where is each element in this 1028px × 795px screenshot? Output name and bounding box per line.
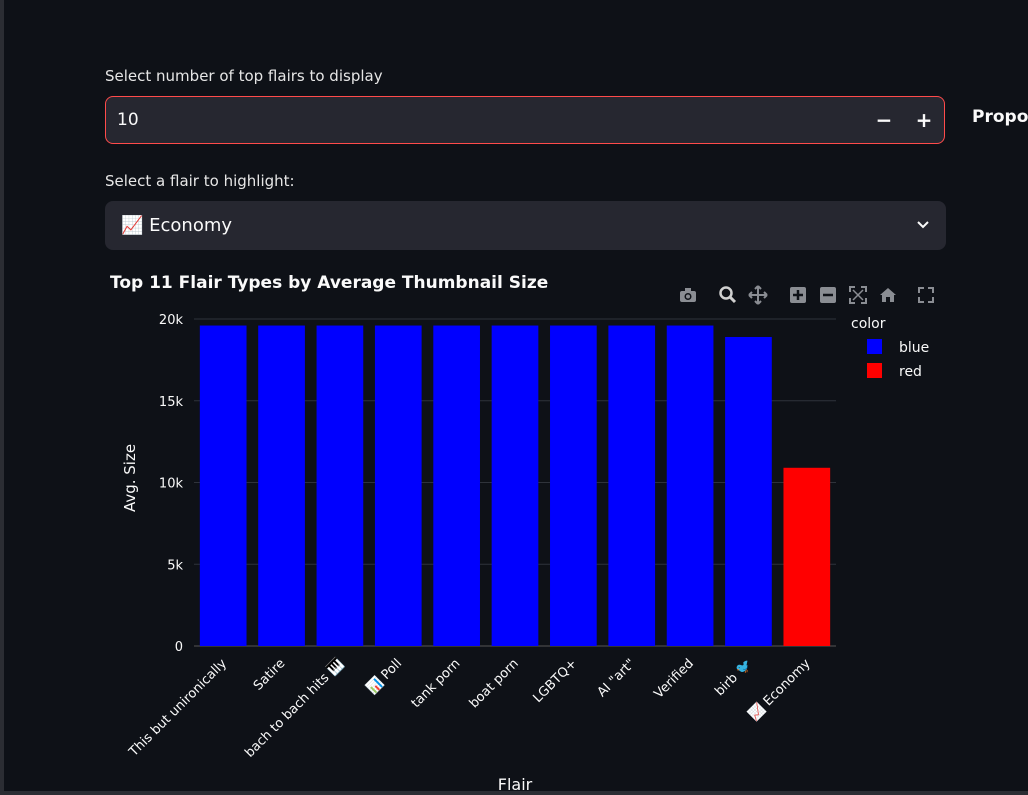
x-tick-label: tank porn xyxy=(409,656,464,711)
bar[interactable] xyxy=(608,325,656,646)
fullscreen-icon[interactable] xyxy=(916,285,936,305)
bar[interactable] xyxy=(316,325,364,646)
bar[interactable] xyxy=(725,336,772,646)
bar[interactable] xyxy=(433,325,480,646)
reset-axes-icon[interactable] xyxy=(878,285,898,305)
zoom-out-icon[interactable] xyxy=(818,285,838,305)
proportion-heading: Propor xyxy=(972,107,1028,127)
top-n-value[interactable]: 10 xyxy=(117,110,139,130)
bar[interactable] xyxy=(783,467,831,646)
x-tick-label: boat porn xyxy=(467,656,522,711)
bar[interactable] xyxy=(374,325,422,646)
x-tick-label: 📈 Economy xyxy=(746,655,814,723)
legend-swatch[interactable] xyxy=(867,339,882,354)
highlight-label: Select a flair to highlight: xyxy=(105,172,295,190)
window-frame-bottom xyxy=(0,791,1028,795)
top-n-number-input[interactable]: 10 − + xyxy=(105,96,945,144)
camera-icon[interactable] xyxy=(678,285,698,305)
top-n-label: Select number of top flairs to display xyxy=(105,67,383,85)
autoscale-icon[interactable] xyxy=(848,285,868,305)
x-tick-label: AI "art" xyxy=(595,656,639,700)
decrement-button[interactable]: − xyxy=(869,105,899,135)
x-tick-label: LGBTQ+ xyxy=(530,656,580,706)
increment-button[interactable]: + xyxy=(909,105,939,135)
x-tick-label: 📊 Poll xyxy=(363,656,405,698)
y-tick-label: 10k xyxy=(159,477,184,492)
y-tick-label: 0 xyxy=(175,640,183,655)
y-axis-label: Avg. Size xyxy=(121,444,139,512)
legend-entry-label[interactable]: blue xyxy=(899,340,929,356)
legend-entry-label[interactable]: red xyxy=(899,364,922,380)
chart-title: Top 11 Flair Types by Average Thumbnail … xyxy=(110,273,549,293)
x-tick-label: Verified xyxy=(651,656,696,701)
bar[interactable] xyxy=(550,325,597,646)
bar[interactable] xyxy=(666,325,714,646)
x-tick-label: Satire xyxy=(251,656,288,693)
zoom-icon[interactable] xyxy=(718,285,738,305)
bar[interactable] xyxy=(199,325,247,646)
legend-title: color xyxy=(851,316,886,332)
y-tick-label: 15k xyxy=(159,395,184,410)
y-tick-label: 5k xyxy=(167,558,183,573)
chevron-down-icon xyxy=(917,221,929,229)
bar[interactable] xyxy=(258,325,305,646)
highlight-select[interactable]: 📈 Economy xyxy=(105,201,946,250)
pan-icon[interactable] xyxy=(748,285,768,305)
x-tick-label: This but unironically xyxy=(126,656,230,760)
zoom-in-icon[interactable] xyxy=(788,285,808,305)
window-frame-left xyxy=(0,0,4,795)
legend-swatch[interactable] xyxy=(867,363,882,378)
highlight-selected-value: 📈 Economy xyxy=(121,215,233,236)
y-tick-label: 20k xyxy=(159,313,184,328)
x-tick-label: bach to bach hits 🎹 xyxy=(242,656,347,761)
bar[interactable] xyxy=(491,325,539,646)
x-tick-label: birb 🐦 xyxy=(712,656,755,699)
